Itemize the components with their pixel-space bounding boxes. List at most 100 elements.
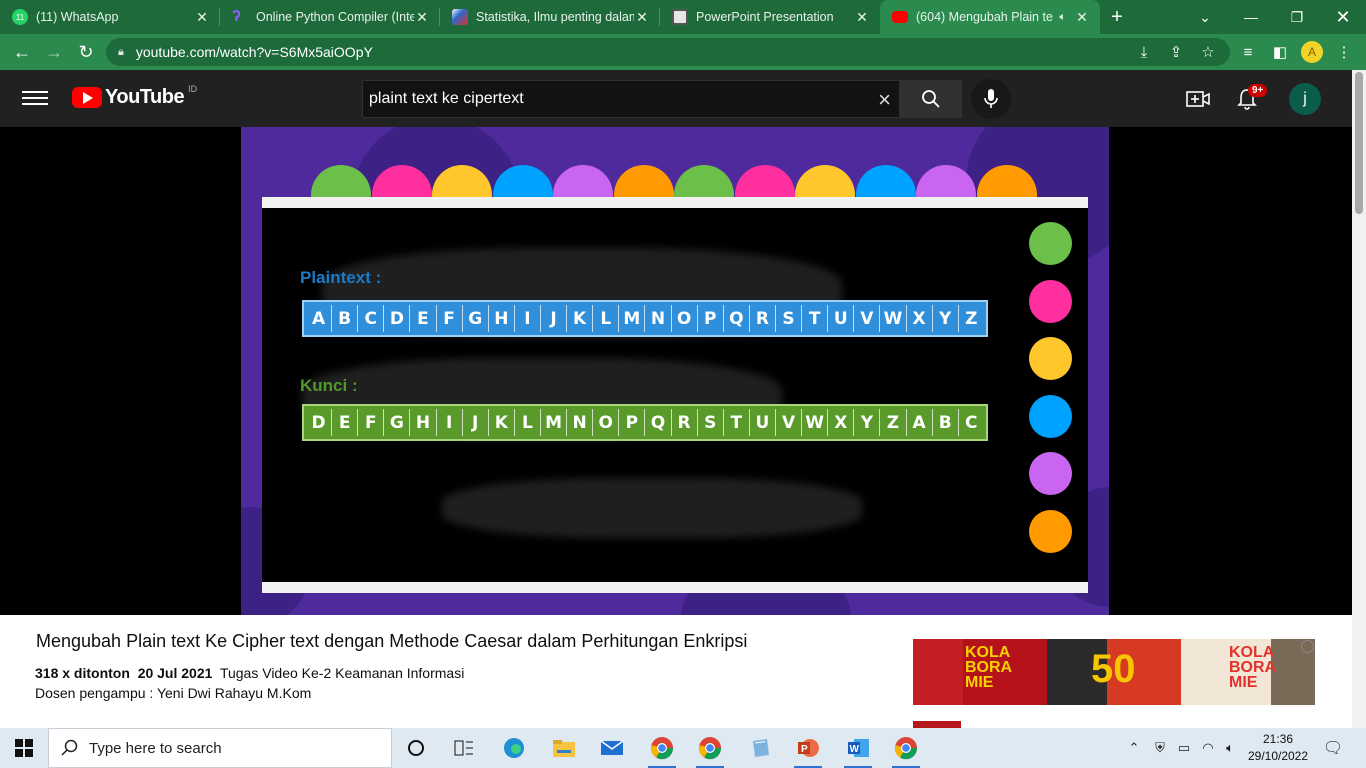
chrome-profile-3-icon[interactable]	[882, 728, 930, 768]
create-video-icon[interactable]	[1183, 84, 1213, 114]
back-button[interactable]: ←	[6, 36, 38, 68]
clear-search-icon[interactable]: ×	[878, 87, 891, 113]
profile-button[interactable]: A	[1298, 38, 1326, 66]
word-icon[interactable]: W	[834, 728, 882, 768]
close-tab-icon[interactable]: ✕	[194, 9, 210, 26]
close-tab-icon[interactable]: ✕	[854, 9, 870, 26]
youtube-logo[interactable]: YouTube ID	[72, 83, 198, 109]
file-explorer-icon[interactable]	[540, 728, 588, 768]
kunci-letter-cell: D	[306, 409, 333, 436]
video-player[interactable]: Plaintext : ABCDEFGHIJKLMNOPQRSTUVWXYZ K…	[0, 127, 1352, 615]
close-tab-icon[interactable]: ✕	[1074, 9, 1090, 26]
reload-button[interactable]: ↻	[70, 36, 102, 68]
forward-button[interactable]: →	[38, 36, 70, 68]
decorative-ball	[1029, 337, 1072, 380]
voice-search-button[interactable]	[971, 79, 1011, 119]
minimize-button[interactable]: —	[1228, 0, 1274, 34]
mail-icon[interactable]	[588, 728, 636, 768]
lecturer-line: Dosen pengampu : Yeni Dwi Rahayu M.Kom	[35, 685, 312, 701]
plaintext-letter-cell: W	[880, 305, 907, 332]
new-tab-button[interactable]: +	[1100, 0, 1134, 34]
kunci-letter-cell: P	[619, 409, 646, 436]
ad-panel: KOLA BORA MIE	[1181, 639, 1315, 705]
video-frame[interactable]: Plaintext : ABCDEFGHIJKLMNOPQRSTUVWXYZ K…	[241, 127, 1109, 615]
plaintext-letter-cell: N	[645, 305, 672, 332]
tab-whatsapp[interactable]: 11 (11) WhatsApp ✕	[0, 0, 220, 34]
cortana-icon[interactable]	[392, 728, 440, 768]
tab-youtube-video[interactable]: (604) Mengubah Plain te 🔈︎ ✕	[880, 0, 1100, 34]
ad-banner[interactable]: KOLA BORA MIE 50 KOLA BORA MIE	[913, 639, 1315, 705]
country-code: ID	[188, 83, 198, 94]
ad-info-icon[interactable]: i	[1301, 640, 1314, 653]
media-queue-icon[interactable]: ≡	[1234, 38, 1262, 66]
start-button[interactable]	[0, 728, 48, 768]
scrollbar-thumb[interactable]	[1355, 72, 1363, 214]
tab-powerpoint-presentation[interactable]: PowerPoint Presentation ✕	[660, 0, 880, 34]
decorative-ball	[1029, 452, 1072, 495]
hamburger-menu-icon[interactable]	[22, 87, 48, 109]
bookmark-star-icon[interactable]: ☆	[1194, 38, 1222, 66]
ad-panel-text: 50	[1091, 647, 1136, 691]
chrome-profile-2-icon[interactable]	[686, 728, 734, 768]
chrome-profile-1-icon[interactable]	[638, 728, 686, 768]
plaintext-letter-cell: G	[463, 305, 489, 332]
plaintext-letter-cell: R	[750, 305, 776, 332]
show-hidden-icons-chevron-icon[interactable]: ⌃	[1124, 728, 1144, 768]
description-line: Tugas Video Ke-2 Keamanan Informasi	[219, 665, 465, 681]
youtube-play-icon	[72, 87, 102, 108]
search-input[interactable]	[369, 90, 859, 108]
tab-search-chevron-icon[interactable]: ⌄	[1182, 0, 1228, 34]
wifi-icon[interactable]: ◠	[1196, 728, 1220, 768]
plaintext-letter-cell: A	[306, 305, 333, 332]
close-tab-icon[interactable]: ✕	[414, 9, 430, 26]
plaintext-letter-cell: Q	[724, 305, 750, 332]
search-box[interactable]: ×	[362, 80, 900, 118]
notepad-icon[interactable]	[736, 728, 784, 768]
kunci-letter-cell: C	[965, 412, 978, 433]
taskbar-search[interactable]: Type here to search	[48, 728, 392, 768]
ad-panel: KOLA BORA MIE	[913, 639, 1047, 705]
restore-button[interactable]: ❐	[1274, 0, 1320, 34]
notification-center-icon[interactable]: 🗨︎	[1318, 728, 1348, 768]
microphone-icon	[984, 89, 998, 108]
ad-panel-text: KOLA BORA MIE	[1229, 644, 1277, 691]
address-bar[interactable]: 🔒︎ youtube.com/watch?v=S6Mx5aiOOpY	[106, 38, 1230, 66]
ad-panel: 50	[1047, 639, 1181, 705]
speaker-icon[interactable]: 🔈︎	[1059, 11, 1066, 24]
taskbar-search-placeholder: Type here to search	[89, 739, 222, 757]
plaintext-letter-cell: F	[437, 305, 463, 332]
tab-python-compiler[interactable]: ʔ Online Python Compiler (Inte ✕	[220, 0, 440, 34]
kunci-letter-cell: X	[828, 409, 855, 436]
search-button[interactable]	[900, 80, 962, 118]
account-avatar[interactable]: j	[1289, 83, 1321, 115]
windows-logo-icon	[15, 739, 33, 757]
install-app-icon[interactable]: ⤓	[1130, 38, 1158, 66]
task-view-icon[interactable]	[440, 728, 488, 768]
slides-icon	[672, 9, 688, 25]
plaintext-letter-cell: V	[854, 305, 881, 332]
close-window-button[interactable]: ✕	[1320, 0, 1366, 34]
plaintext-letter-cell: K	[567, 305, 594, 332]
battery-icon[interactable]: ▭	[1172, 728, 1196, 768]
kunci-letter-cell: S	[698, 409, 724, 436]
plaintext-label: Plaintext :	[300, 268, 382, 287]
system-clock[interactable]: 21:36 29/10/2022	[1238, 731, 1318, 765]
kunci-letter-cell: B	[933, 409, 959, 436]
tab-title: (604) Mengubah Plain te	[916, 10, 1053, 24]
side-panel-icon[interactable]: ◧	[1266, 38, 1294, 66]
edge-icon[interactable]	[490, 728, 538, 768]
next-video-thumbnail[interactable]	[913, 721, 961, 728]
browser-menu-icon[interactable]: ⋮	[1330, 38, 1358, 66]
kunci-letter-cell: T	[724, 409, 750, 436]
antivirus-tray-icon[interactable]: ⛨	[1148, 728, 1172, 768]
profile-avatar: A	[1301, 41, 1323, 63]
tab-title: (11) WhatsApp	[36, 10, 119, 24]
tab-statistika[interactable]: Statistika, Ilmu penting dalam ✕	[440, 0, 660, 34]
powerpoint-icon[interactable]: P	[784, 728, 832, 768]
close-tab-icon[interactable]: ✕	[634, 9, 650, 26]
whatsapp-icon: 11	[12, 9, 28, 25]
lock-icon[interactable]: 🔒︎	[118, 46, 124, 59]
browser-tab-strip: 11 (11) WhatsApp ✕ ʔ Online Python Compi…	[0, 0, 1366, 34]
share-icon[interactable]: ⇪	[1162, 38, 1190, 66]
kunci-letter-cell: I	[437, 409, 463, 436]
